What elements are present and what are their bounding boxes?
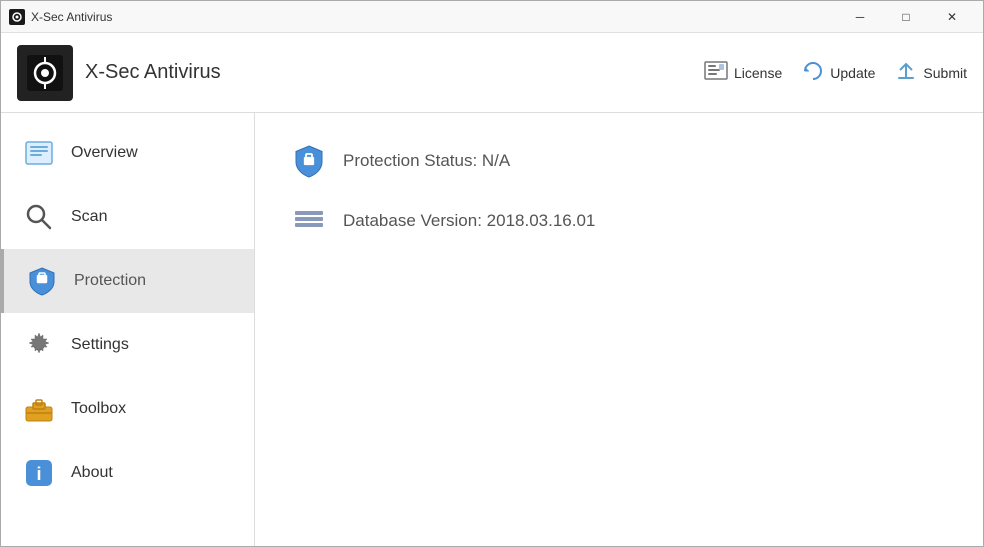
update-label: Update (830, 65, 875, 81)
protection-status-label: Protection Status: (343, 151, 482, 170)
settings-icon (21, 327, 57, 363)
db-version-value: 2018.03.16.01 (487, 211, 596, 230)
submit-icon (895, 60, 917, 85)
update-icon (802, 60, 824, 85)
app-icon (9, 9, 25, 25)
content-area: Protection Status: N/A Database Version:… (255, 113, 983, 546)
db-version-text: Database Version: 2018.03.16.01 (343, 211, 595, 231)
close-button[interactable]: ✕ (929, 1, 975, 33)
app-header: X-Sec Antivirus License (1, 33, 983, 113)
protection-status-text: Protection Status: N/A (343, 151, 510, 171)
update-button[interactable]: Update (802, 60, 875, 85)
protection-status-value: N/A (482, 151, 510, 170)
sidebar-item-settings[interactable]: Settings (1, 313, 254, 377)
toolbox-icon (21, 391, 57, 427)
submit-button[interactable]: Submit (895, 60, 967, 85)
submit-label: Submit (923, 65, 967, 81)
header-actions: License Update Submit (704, 60, 967, 85)
license-button[interactable]: License (704, 61, 782, 84)
license-label: License (734, 65, 782, 81)
overview-icon (21, 135, 57, 171)
overview-label: Overview (71, 144, 138, 162)
maximize-button[interactable]: □ (883, 1, 929, 33)
sidebar-item-scan[interactable]: Scan (1, 185, 254, 249)
protection-icon (24, 263, 60, 299)
about-label: About (71, 464, 113, 482)
protection-status-row: Protection Status: N/A (291, 143, 947, 179)
protection-status-icon (291, 143, 327, 179)
scan-icon (21, 199, 57, 235)
db-version-icon (291, 203, 327, 239)
about-icon: i (21, 455, 57, 491)
db-version-row: Database Version: 2018.03.16.01 (291, 203, 947, 239)
protection-label: Protection (74, 272, 146, 290)
title-bar-text: X-Sec Antivirus (31, 10, 837, 24)
sidebar-item-protection[interactable]: Protection (1, 249, 254, 313)
sidebar-item-toolbox[interactable]: Toolbox (1, 377, 254, 441)
sidebar: Overview Scan Protection (1, 113, 255, 546)
svg-text:i: i (36, 464, 41, 484)
toolbox-label: Toolbox (71, 400, 126, 418)
db-version-label: Database Version: (343, 211, 487, 230)
title-bar: X-Sec Antivirus ─ □ ✕ (1, 1, 983, 33)
license-icon (704, 61, 728, 84)
main-layout: Overview Scan Protection (1, 113, 983, 546)
minimize-button[interactable]: ─ (837, 1, 883, 33)
title-bar-buttons: ─ □ ✕ (837, 1, 975, 33)
sidebar-item-about[interactable]: i About (1, 441, 254, 505)
app-title: X-Sec Antivirus (85, 61, 704, 84)
scan-label: Scan (71, 208, 107, 226)
sidebar-item-overview[interactable]: Overview (1, 121, 254, 185)
app-logo (17, 45, 73, 101)
settings-label: Settings (71, 336, 129, 354)
